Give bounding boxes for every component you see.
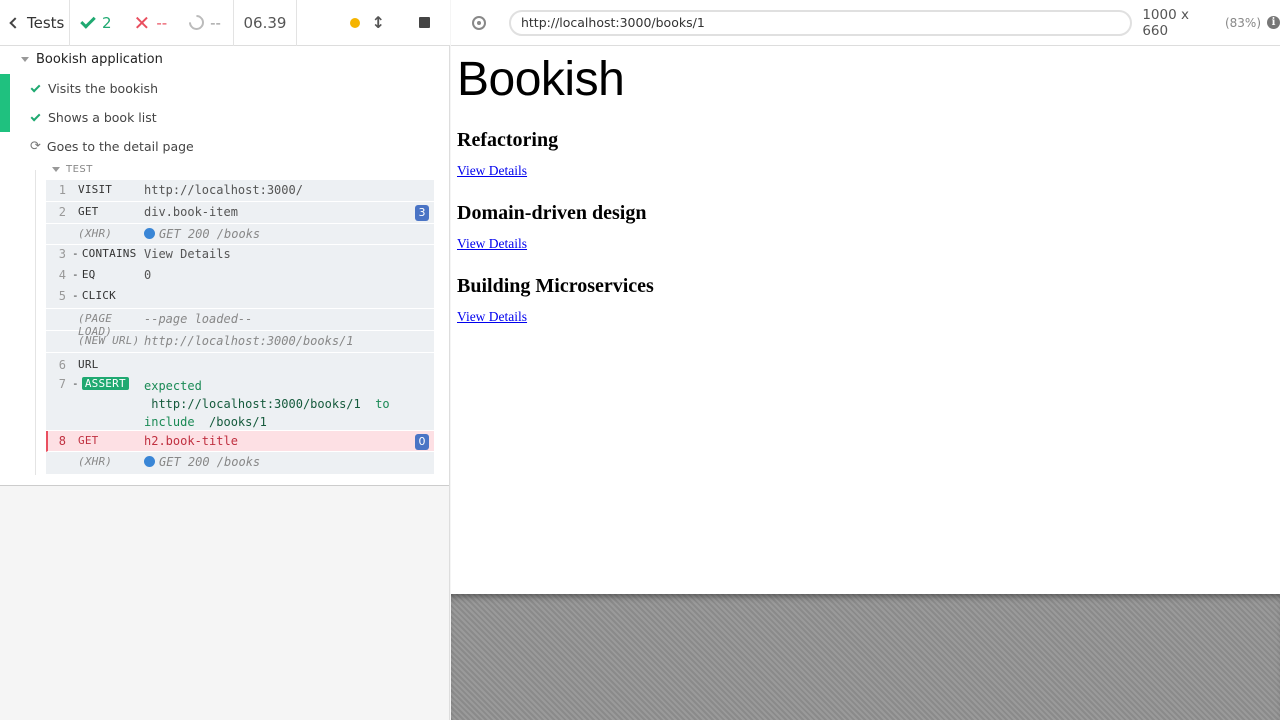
book-title: Building Microservices (457, 275, 654, 297)
aut-header: http://localhost:3000/books/1 1000 x 660… (451, 0, 1280, 46)
view-details-link[interactable]: View Details (457, 236, 527, 252)
command-row[interactable]: 2 get div.book-item 3 (46, 202, 434, 224)
element-count-badge: 0 (415, 434, 429, 450)
reporter-panel: Tests 2 ✕ -- -- 06.39 ↕ Bookish applicat… (0, 0, 450, 720)
test-goes-to-detail[interactable]: ⟳ Goes to the detail page (0, 132, 449, 161)
view-details-link[interactable]: View Details (457, 309, 527, 325)
command-row[interactable]: 6 url (46, 353, 434, 375)
assert-message: expected http://localhost:3000/books/1 t… (144, 379, 390, 429)
xhr-status-icon (144, 228, 155, 239)
pending-count: -- (175, 0, 229, 46)
app-under-test-panel: http://localhost:3000/books/1 1000 x 660… (451, 0, 1280, 720)
viewport-scale: (83%) (1224, 15, 1262, 30)
test-title: Shows a book list (48, 110, 157, 125)
xhr-status-icon (144, 456, 155, 467)
test-visits-bookish[interactable]: Visits the bookish (0, 74, 449, 103)
stop-button[interactable] (419, 17, 430, 28)
running-status-icon (349, 17, 360, 28)
element-count-badge: 3 (415, 205, 429, 221)
command-log: 1 visit http://localhost:3000/ 2 get div… (46, 180, 434, 474)
command-row[interactable]: 4 eq 0 (46, 266, 434, 287)
command-row[interactable]: 1 visit http://localhost:3000/ (46, 180, 434, 202)
running-refresh-icon: ⟳ (30, 139, 41, 154)
test-title: Goes to the detail page (46, 139, 194, 154)
failed-command-row[interactable]: 8 get h2.book-title 0 (46, 431, 434, 452)
tests-button[interactable]: Tests (0, 0, 70, 46)
command-row[interactable]: 3 contains View Details (46, 245, 434, 266)
auto-scroll-icon[interactable]: ↕ (372, 13, 385, 32)
url-field[interactable]: http://localhost:3000/books/1 (508, 9, 1133, 36)
xhr-event-row[interactable]: (XHR) GET 200 /books (46, 224, 434, 245)
suite-title: Bookish application (36, 51, 163, 67)
run-duration: 06.39 (232, 0, 297, 46)
assert-tag: assert (81, 377, 129, 390)
caret-down-icon (21, 56, 29, 62)
passed-count: 2 (70, 0, 120, 46)
test-shows-book-list[interactable]: Shows a book list (0, 103, 449, 132)
view-details-link[interactable]: View Details (457, 163, 527, 179)
selector-playground-icon[interactable] (472, 15, 486, 30)
check-icon (30, 111, 41, 121)
xhr-event-row[interactable]: (XHR) GET 200 /books (46, 452, 434, 474)
failed-count: ✕ -- (133, 10, 168, 35)
test-passed-bar (0, 103, 10, 132)
tree-guide-line (35, 170, 36, 475)
spinner-icon (186, 11, 208, 34)
test-title: Visits the bookish (48, 81, 158, 96)
viewport-size: 1000 x 660 (1142, 6, 1189, 39)
new-url-event-row[interactable]: (NEW URL) http://localhost:3000/books/1 (46, 331, 434, 353)
test-section-header[interactable]: TEST (52, 164, 93, 175)
chevron-left-icon (9, 17, 21, 29)
command-row[interactable]: 5 click (46, 287, 434, 309)
reporter-header: Tests 2 ✕ -- -- 06.39 ↕ (0, 0, 450, 46)
page-load-event-row[interactable]: (PAGE LOAD) --page loaded-- (46, 309, 434, 338)
runnable-list: Bookish application Visits the bookish S… (0, 46, 449, 486)
book-title: Refactoring (457, 129, 559, 151)
viewport-empty-area (451, 594, 1280, 720)
app-title: Bookish (457, 53, 625, 106)
test-passed-bar (0, 74, 10, 103)
check-icon (80, 12, 96, 29)
x-icon: ✕ (133, 10, 151, 35)
info-icon[interactable]: i (1267, 16, 1280, 29)
book-title: Domain-driven design (457, 202, 647, 224)
app-iframe: Bookish Refactoring View Details Domain-… (451, 46, 1280, 594)
caret-down-icon (52, 167, 60, 172)
suite-header[interactable]: Bookish application (0, 46, 449, 72)
check-icon (30, 82, 41, 92)
tests-button-label: Tests (27, 13, 65, 32)
assert-row[interactable]: 7 assert expected http://localhost:3000/… (46, 375, 434, 431)
